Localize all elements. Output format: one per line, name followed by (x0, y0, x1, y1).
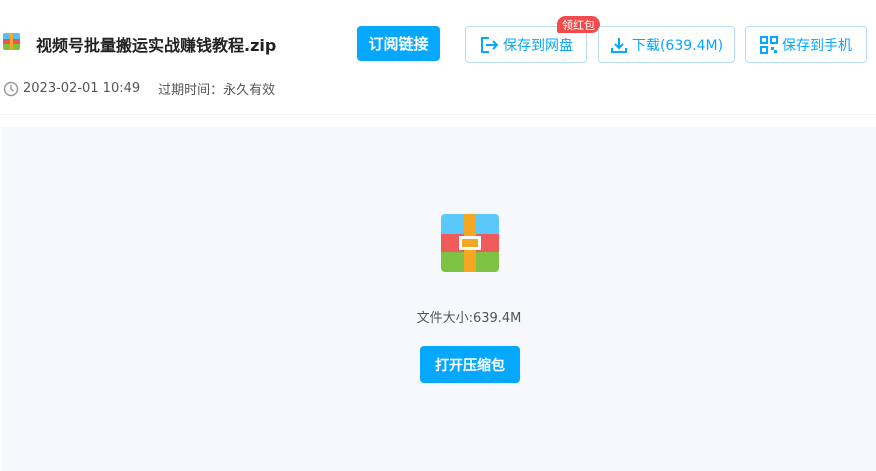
save-to-cloud-label: 保存到网盘 (503, 37, 573, 54)
file-preview-panel: 文件大小:639.4M 打开压缩包 (2, 127, 876, 471)
qr-code-icon (760, 35, 778, 54)
save-to-phone-button[interactable]: 保存到手机 (745, 26, 867, 63)
zip-file-icon (3, 33, 20, 50)
red-packet-badge: 领红包 (557, 16, 600, 33)
file-header: 视频号批量搬运实战赚钱教程.zip 订阅链接 保存到网盘 领红包 下载(639.… (0, 0, 876, 112)
expire-time: 过期时间：永久有效 (158, 83, 276, 98)
download-label: 下载(639.4M) (631, 37, 724, 54)
upload-date: 2023-02-01 10:49 (23, 81, 141, 96)
subscribe-link-button[interactable]: 订阅链接 (357, 26, 440, 61)
save-to-cloud-icon (481, 36, 499, 53)
header-divider (0, 114, 876, 115)
zip-file-icon (441, 214, 499, 272)
download-button[interactable]: 下载(639.4M) (598, 26, 735, 63)
file-meta: 2023-02-01 10:49 过期时间：永久有效 (3, 79, 275, 98)
open-archive-button[interactable]: 打开压缩包 (420, 346, 520, 383)
file-title: 视频号批量搬运实战赚钱教程.zip (36, 36, 277, 55)
save-to-phone-label: 保存到手机 (782, 37, 852, 54)
clock-icon (3, 81, 19, 96)
download-icon (610, 37, 627, 53)
file-size-text: 文件大小:639.4M (416, 311, 522, 326)
